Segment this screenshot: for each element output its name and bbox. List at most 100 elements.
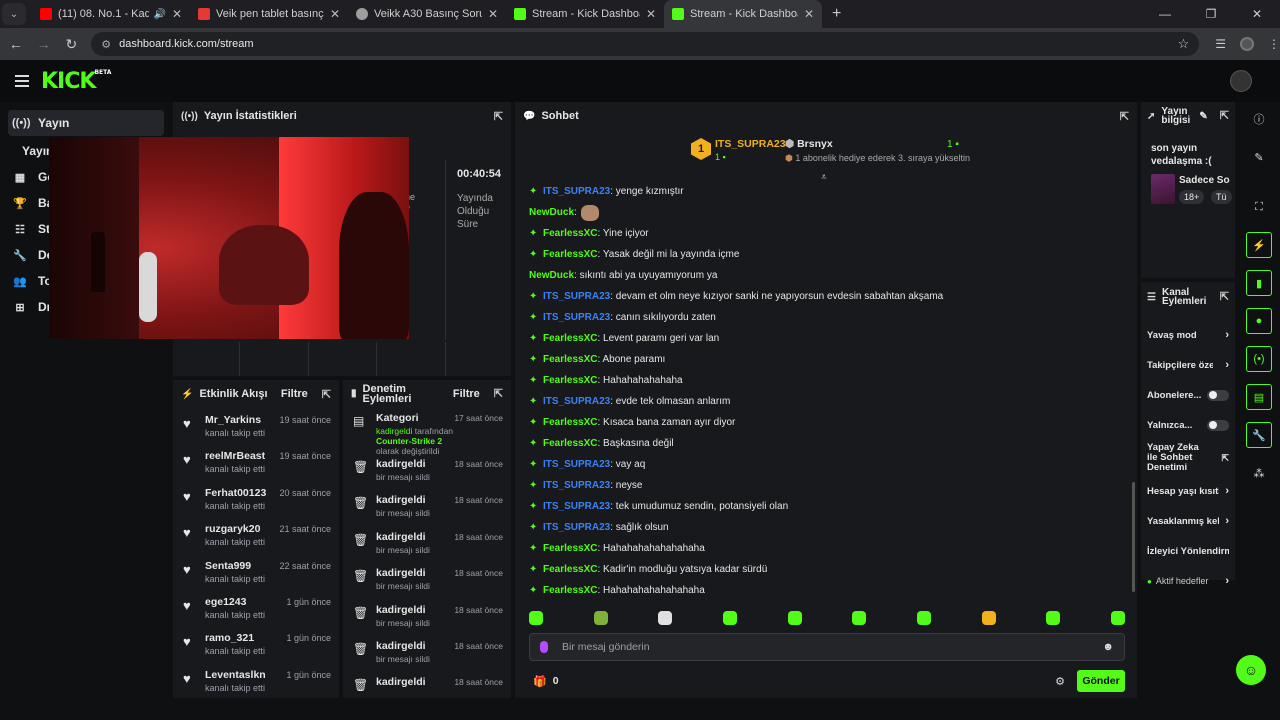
document-icon[interactable]: ▮	[1246, 270, 1272, 296]
popout-icon[interactable]: ⇱	[494, 110, 503, 123]
action-ai-moderation[interactable]: Yapay Zeka ile Sohbet Denetimi ⇱	[1141, 440, 1235, 476]
edit-pencil-icon[interactable]: ✎	[1199, 111, 1207, 121]
browser-tab[interactable]: (11) 08. No.1 - Kaderime Te 🔊 ✕	[32, 0, 190, 28]
layout-icon[interactable]: ⁂	[1246, 460, 1272, 486]
action-banned-words[interactable]: Yasaklanmış kelimeler ›	[1141, 506, 1235, 536]
feed-username[interactable]: ruzgaryk20	[205, 523, 279, 535]
close-tab-icon[interactable]: ✕	[646, 7, 656, 21]
browser-tab[interactable]: Stream - Kick Dashboard ✕	[506, 0, 664, 28]
browser-tab[interactable]: Veik pen tablet basınç hassasiy ✕	[190, 0, 348, 28]
feed-username[interactable]: Ferhat00123	[205, 487, 279, 499]
feed-username[interactable]: Mr_Yarkins	[205, 414, 279, 426]
chat-username[interactable]: FearlessXC	[543, 438, 597, 449]
help-chat-button[interactable]: ☺	[1236, 655, 1266, 685]
webcam-video-overlay[interactable]	[49, 137, 409, 339]
forward-icon[interactable]: →	[32, 36, 56, 52]
chat-bubble-icon[interactable]: ●	[1246, 308, 1272, 334]
feed-username[interactable]: reelMrBeast	[205, 450, 279, 462]
action-active-goals[interactable]: Aktif hedefler ›	[1141, 566, 1235, 596]
action-account-age[interactable]: Hesap yaşı kısıtlaması ›	[1141, 476, 1235, 506]
sidebar-item-stream[interactable]: ((•)) Yayın	[8, 110, 164, 136]
chat-username[interactable]: FearlessXC	[543, 354, 597, 365]
subscribers-toggle[interactable]	[1207, 389, 1229, 401]
info-icon[interactable]: ⓘ	[1246, 106, 1272, 132]
emote-icon[interactable]	[981, 611, 996, 625]
wrench-icon[interactable]: 🔧	[1246, 422, 1272, 448]
reading-list-icon[interactable]: ☰	[1215, 37, 1226, 51]
close-tab-icon[interactable]: ✕	[488, 7, 498, 21]
hamburger-menu-icon[interactable]	[15, 75, 29, 87]
broadcast-icon[interactable]: (•)	[1246, 346, 1272, 372]
close-window-icon[interactable]: ✕	[1234, 0, 1280, 28]
emoji-icon[interactable]: ☻	[1102, 641, 1114, 653]
close-tab-icon[interactable]: ✕	[804, 7, 814, 21]
mod-item-name[interactable]: kadirgeldi	[376, 567, 454, 579]
chat-username[interactable]: FearlessXC	[543, 564, 597, 575]
leader-username[interactable]: ITS_SUPRA23	[715, 138, 786, 150]
tab-search-button[interactable]: ⌄	[2, 3, 26, 25]
feed-username[interactable]: Leventaslkn	[205, 669, 286, 681]
popout-icon[interactable]: ⇱	[322, 388, 331, 401]
emote-icon[interactable]	[916, 611, 931, 625]
emote-icon[interactable]	[852, 611, 867, 625]
popout-icon[interactable]: ⇱	[494, 389, 503, 400]
restore-icon[interactable]: ❐	[1188, 0, 1234, 28]
chat-input-box[interactable]: ☻	[529, 633, 1125, 661]
chat-username[interactable]: ITS_SUPRA23	[543, 291, 610, 302]
filter-button[interactable]: Filtre	[281, 388, 308, 400]
reload-icon[interactable]: ↻	[59, 36, 83, 53]
action-emotes-only[interactable]: Yalnızca...	[1141, 410, 1235, 440]
chat-username[interactable]: NewDuck	[529, 207, 574, 218]
chat-username[interactable]: NewDuck	[529, 270, 574, 281]
emote-icon[interactable]	[722, 611, 737, 625]
mod-item-name[interactable]: kadirgeldi	[376, 494, 454, 506]
browser-tab-active[interactable]: Stream - Kick Dashboard ✕	[664, 0, 822, 28]
chat-username[interactable]: FearlessXC	[543, 417, 597, 428]
mod-item-name[interactable]: kadirgeldi	[376, 676, 454, 688]
chat-username[interactable]: ITS_SUPRA23	[543, 522, 610, 533]
chat-username[interactable]: FearlessXC	[543, 585, 597, 596]
emote-icon[interactable]	[1046, 611, 1061, 625]
chat-username[interactable]: FearlessXC	[543, 543, 597, 554]
feed-username[interactable]: ramo_321	[205, 632, 286, 644]
action-slow-mode[interactable]: Yavaş mod ›	[1141, 320, 1235, 350]
site-info-icon[interactable]: ⚙	[101, 38, 111, 51]
popout-icon[interactable]: ⇱	[1220, 110, 1229, 121]
action-raid[interactable]: İzleyici Yönlendirme	[1141, 536, 1235, 566]
gift-icon[interactable]: 🎁	[533, 675, 547, 688]
mod-item-name[interactable]: kadirgeldi	[376, 531, 454, 543]
bookmark-star-icon[interactable]: ☆	[1178, 36, 1190, 52]
edit-pencil-icon[interactable]: ✎	[1246, 144, 1272, 170]
url-field[interactable]: ⚙ dashboard.kick.com/stream ☆	[91, 32, 1200, 56]
emotes-only-toggle[interactable]	[1207, 419, 1229, 431]
close-tab-icon[interactable]: ✕	[330, 7, 340, 21]
chat-scrollbar[interactable]	[1132, 482, 1135, 592]
action-subscribers-only[interactable]: Abonelere...	[1141, 380, 1235, 410]
filter-button[interactable]: Filtre	[453, 389, 480, 400]
chat-username[interactable]: ITS_SUPRA23	[543, 459, 610, 470]
emote-icon[interactable]	[1110, 611, 1125, 625]
speaker-icon[interactable]: 🔊	[153, 9, 165, 20]
second-username[interactable]: ⬢ Brsnyx	[785, 138, 833, 150]
mod-item-name[interactable]: kadirgeldi	[376, 640, 454, 652]
chat-username[interactable]: FearlessXC	[543, 375, 597, 386]
user-avatar[interactable]	[1230, 70, 1252, 92]
profile-avatar[interactable]	[1239, 37, 1254, 51]
emote-icon[interactable]	[658, 611, 673, 625]
send-button[interactable]: Gönder	[1077, 670, 1125, 692]
chat-username[interactable]: ITS_SUPRA23	[543, 312, 610, 323]
new-tab-icon[interactable]: +	[832, 5, 841, 23]
chat-username[interactable]: FearlessXC	[543, 249, 597, 260]
chat-message-input[interactable]	[562, 641, 1103, 653]
minimize-icon[interactable]: —	[1142, 0, 1188, 28]
action-followers-only[interactable]: Takipçilere özel ›	[1141, 350, 1235, 380]
chat-username[interactable]: ITS_SUPRA23	[543, 396, 610, 407]
lightning-icon[interactable]: ⚡	[1246, 232, 1272, 258]
chat-username[interactable]: FearlessXC	[543, 333, 597, 344]
kick-logo[interactable]: KICK BETA	[41, 69, 111, 94]
chat-username[interactable]: FearlessXC	[543, 228, 597, 239]
browser-tab[interactable]: Veikk A30 Basınç Sorunu ✕	[348, 0, 506, 28]
feed-username[interactable]: ege1243	[205, 596, 286, 608]
mic-icon[interactable]	[540, 641, 548, 653]
mod-item-name[interactable]: kadirgeldi	[376, 604, 454, 616]
